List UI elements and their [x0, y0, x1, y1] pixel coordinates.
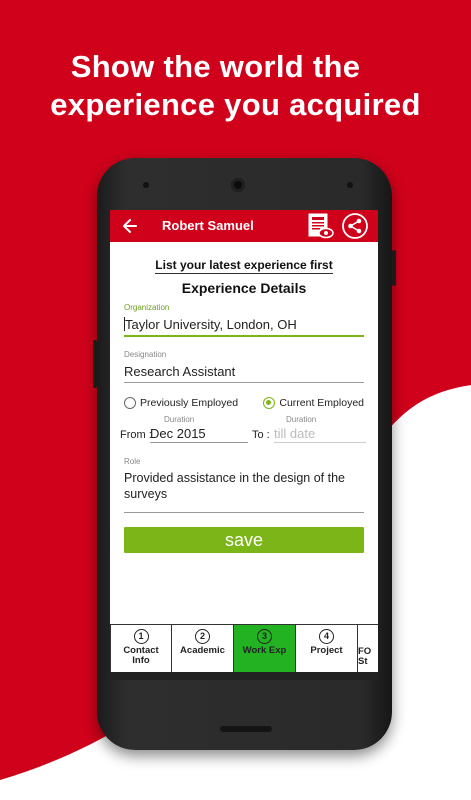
- designation-label: Designation: [124, 350, 167, 359]
- tab-academic[interactable]: 2 Academic: [172, 625, 234, 673]
- role-input[interactable]: Provided assistance in the design of the…: [124, 466, 364, 513]
- tab-number-badge: 1: [133, 629, 149, 644]
- designation-input[interactable]: Research Assistant: [124, 360, 364, 383]
- phone-volume-button: [93, 340, 97, 388]
- duration-row: Duration Duration From : Dec 2015 To : t…: [120, 415, 366, 455]
- current-employed-radio[interactable]: Current Employed: [263, 397, 364, 409]
- back-arrow-icon[interactable]: [122, 217, 138, 235]
- tab-number-badge: 4: [319, 629, 334, 644]
- phone-bottom-speaker: [220, 726, 272, 732]
- phone-sensor: [347, 182, 353, 188]
- app-screen: Robert Samuel List your latest experienc…: [110, 210, 378, 680]
- resume-preview-icon[interactable]: [306, 212, 334, 240]
- screen-bottom-bar: [110, 672, 378, 680]
- tab-number-badge: 3: [257, 629, 272, 644]
- radio-off-icon: [124, 397, 136, 409]
- share-icon[interactable]: [342, 213, 368, 239]
- tab-work-exp[interactable]: 3 Work Exp: [234, 625, 296, 673]
- organization-field: Organization Taylor University, London, …: [124, 302, 364, 337]
- tab-label: FO St: [358, 646, 372, 667]
- tab-project[interactable]: 4 Project: [296, 625, 358, 673]
- from-duration-label: Duration: [164, 415, 195, 424]
- form-tip: List your latest experience first: [155, 258, 333, 274]
- from-label: From :: [120, 429, 152, 441]
- headline-line-2: experience you acquired: [50, 87, 421, 122]
- tab-label: Project: [310, 645, 343, 656]
- front-camera: [231, 178, 245, 192]
- to-duration-label: Duration: [286, 415, 317, 424]
- organization-label: Organization: [124, 303, 170, 312]
- organization-input[interactable]: Taylor University, London, OH: [124, 313, 364, 337]
- toolbar-title: Robert Samuel: [162, 218, 254, 233]
- headline-line-1: Show the world the: [70, 49, 361, 84]
- employment-radio-group: Previously Employed Current Employed: [124, 397, 364, 409]
- previously-employed-radio[interactable]: Previously Employed: [124, 397, 238, 409]
- to-label: To :: [252, 429, 270, 441]
- tab-contact-info[interactable]: 1 Contact Info: [110, 625, 172, 673]
- phone-sensor: [143, 182, 149, 188]
- tab-label: Contact Info: [123, 645, 159, 666]
- app-toolbar: Robert Samuel: [110, 210, 378, 242]
- phone-power-button: [392, 250, 396, 286]
- role-label: Role: [124, 457, 141, 466]
- section-tabs: 1 Contact Info 2 Academic 3 Work Exp 4 P…: [110, 624, 378, 673]
- tab-label: Work Exp: [242, 645, 287, 656]
- from-date-input[interactable]: Dec 2015: [150, 426, 248, 443]
- to-date-input[interactable]: till date: [274, 426, 366, 443]
- section-title: Experience Details: [181, 280, 307, 296]
- promo-headline: Show the world the experience you acquir…: [0, 48, 471, 124]
- save-button[interactable]: save: [124, 527, 364, 553]
- radio-on-icon: [263, 397, 276, 409]
- designation-field: Designation Research Assistant: [124, 349, 364, 383]
- tab-label: Academic: [180, 645, 225, 656]
- tab-number-badge: 2: [195, 629, 210, 644]
- tab-fo-st[interactable]: FO St: [358, 625, 378, 673]
- experience-form: List your latest experience first Experi…: [110, 258, 378, 553]
